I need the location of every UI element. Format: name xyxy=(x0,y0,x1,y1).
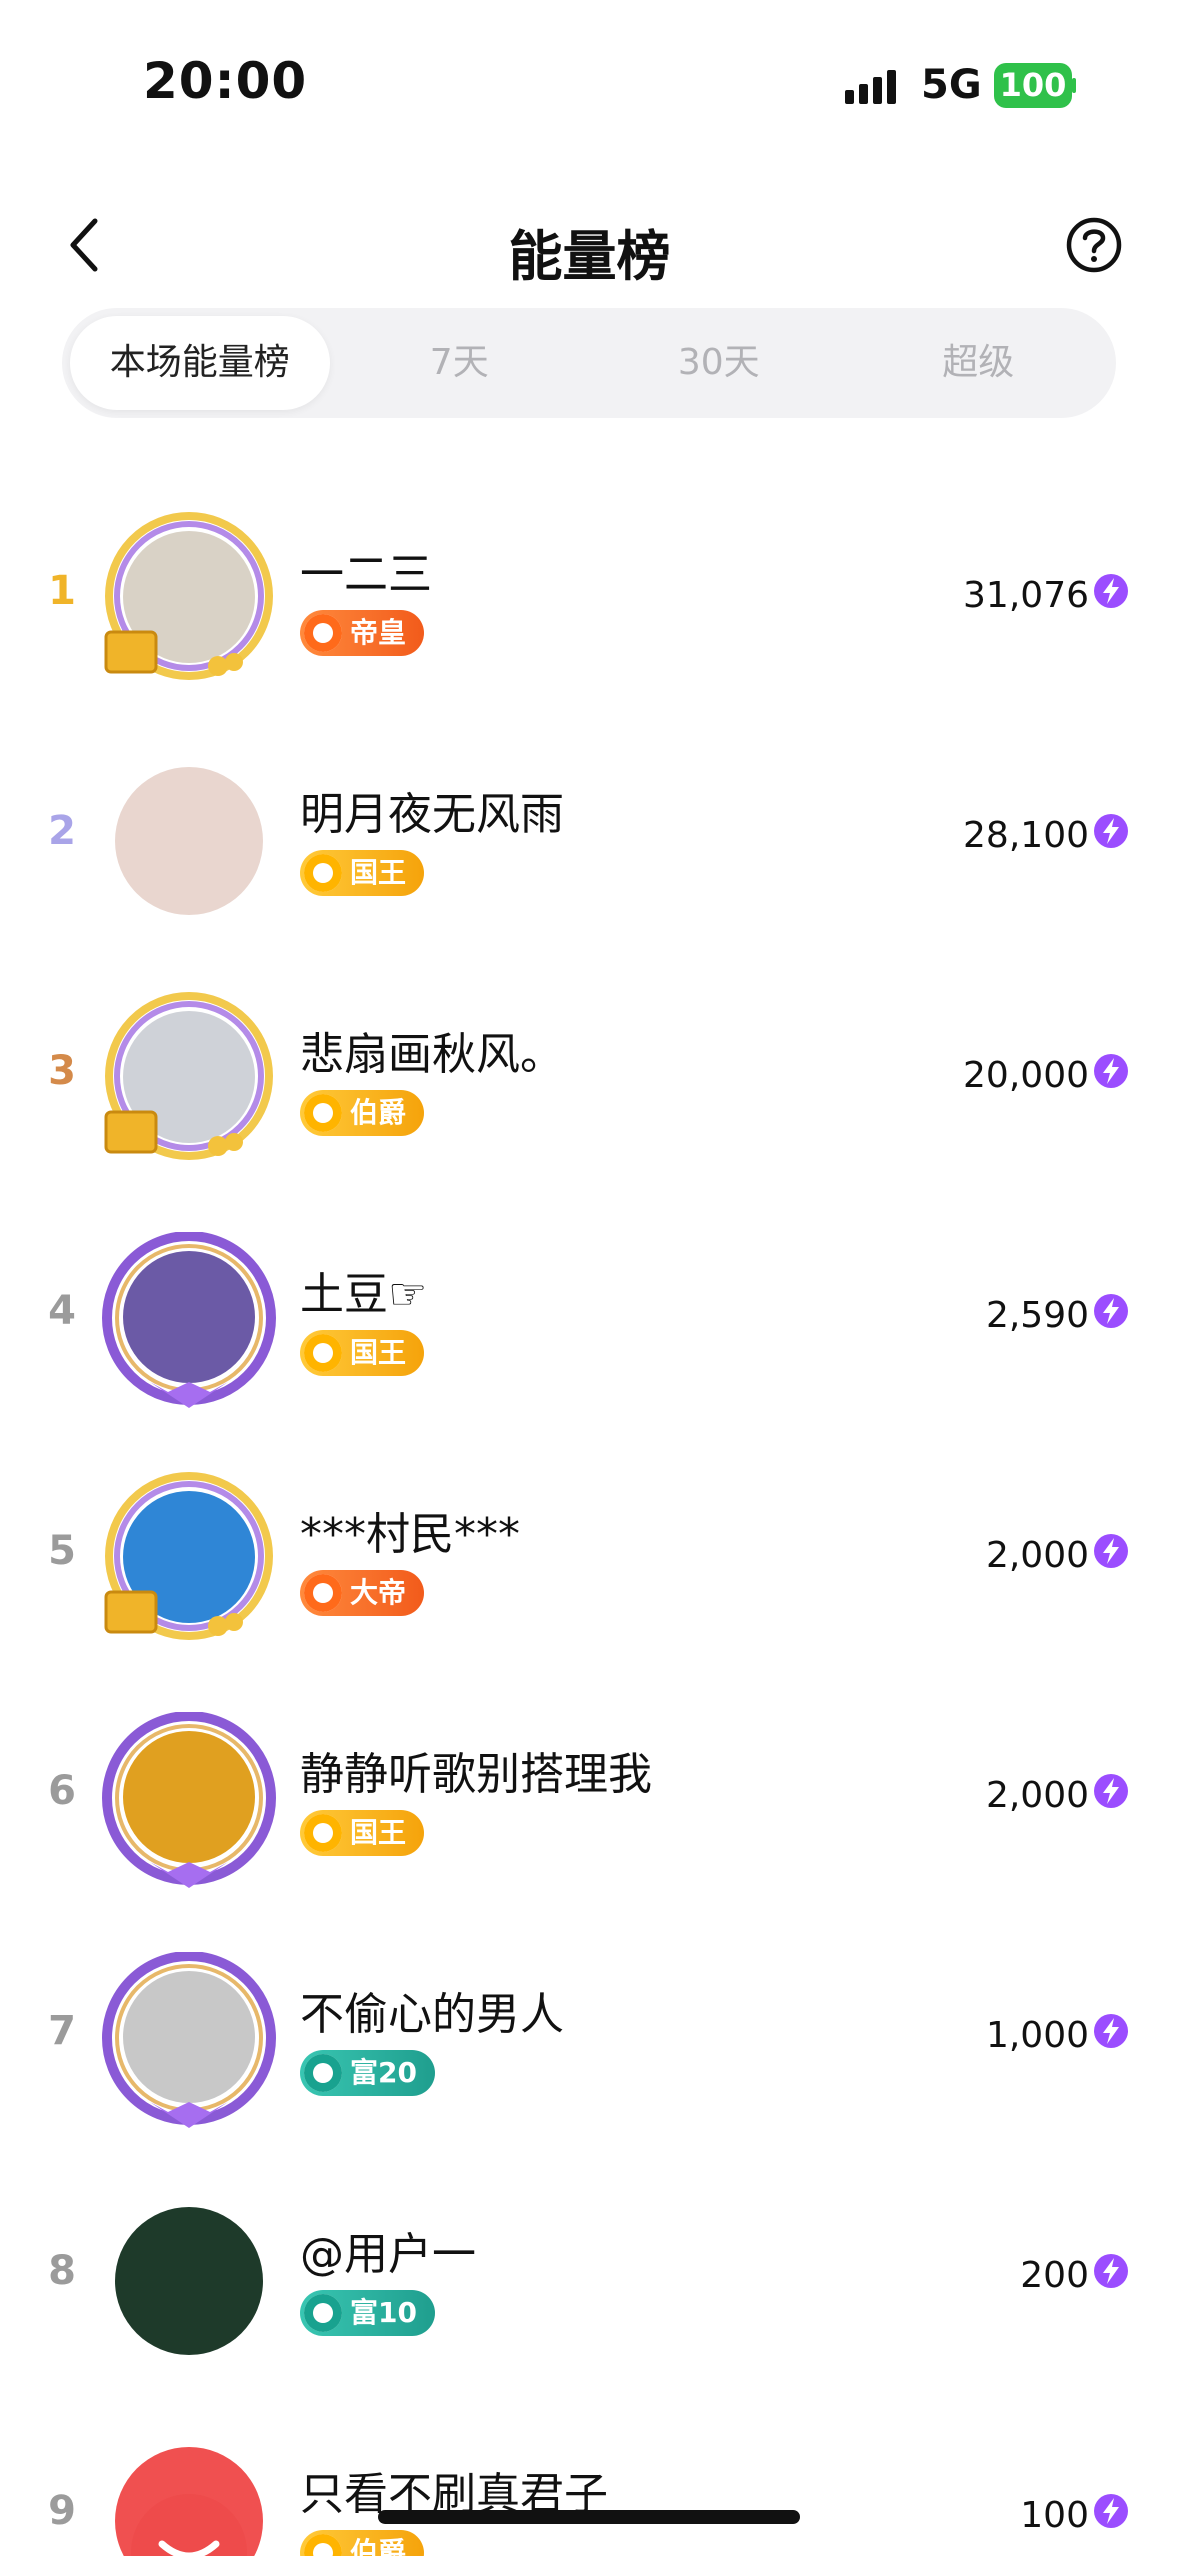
tab-super[interactable]: 超级 xyxy=(849,316,1109,410)
avatar[interactable] xyxy=(100,512,278,690)
user-name: 一二三 xyxy=(300,549,432,600)
user-name: ***村民*** xyxy=(300,1509,520,1560)
battery-icon: 100 xyxy=(994,63,1076,108)
ranking-row[interactable]: 3 悲扇画秋风。伯爵 20,000 xyxy=(0,950,1179,1190)
rank-number: 5 xyxy=(48,1528,76,1574)
badge-emblem-icon xyxy=(304,2534,342,2556)
user-name: 静静听歌别搭理我 xyxy=(300,1749,652,1800)
energy-bolt-icon xyxy=(1094,1534,1128,1568)
tab-7-days[interactable]: 7天 xyxy=(330,316,590,410)
badge-label: 富10 xyxy=(350,2296,417,2329)
avatar[interactable] xyxy=(100,2432,278,2556)
level-badge: 国王 xyxy=(300,850,425,896)
avatar[interactable] xyxy=(100,752,278,930)
energy-score: 200 xyxy=(1020,2255,1089,2296)
tab-30-days[interactable]: 30天 xyxy=(589,316,849,410)
energy-score: 28,100 xyxy=(963,815,1089,856)
level-badge: 伯爵 xyxy=(300,1090,425,1136)
badge-emblem-icon xyxy=(304,1574,342,1612)
ranking-row[interactable]: 9 只看不刷真君子 伯爵 100 xyxy=(0,2390,1179,2556)
signal-icon xyxy=(845,70,896,104)
rank-number: 4 xyxy=(48,1288,76,1334)
energy-score: 20,000 xyxy=(963,1055,1089,1096)
ranking-row[interactable]: 6 静静听歌别搭理我国王 2,000 xyxy=(0,1670,1179,1910)
badge-label: 国王 xyxy=(350,856,407,889)
user-name: 土豆☞ xyxy=(300,1269,428,1320)
energy-score: 2,000 xyxy=(985,1535,1089,1576)
energy-score: 2,590 xyxy=(985,1295,1089,1336)
rank-number: 8 xyxy=(48,2248,76,2294)
level-badge: 富20 xyxy=(300,2050,435,2096)
home-indicator xyxy=(378,2510,800,2524)
user-name: 不偷心的男人 xyxy=(300,1989,564,2040)
ranking-row[interactable]: 4 土豆☞ 国王 2,590 xyxy=(0,1190,1179,1430)
user-name: @用户一 xyxy=(300,2229,476,2280)
energy-bolt-icon xyxy=(1094,1774,1128,1808)
level-badge: 伯爵 xyxy=(300,2530,425,2556)
energy-bolt-icon xyxy=(1094,1054,1128,1088)
level-badge: 帝皇 xyxy=(300,610,425,656)
badge-emblem-icon xyxy=(304,2294,342,2332)
ranking-row[interactable]: 1 一二三帝皇 31,076 xyxy=(0,470,1179,710)
energy-bolt-icon xyxy=(1094,814,1128,848)
ranking-row[interactable]: 5 ***村民*** 大帝 2,000 xyxy=(0,1430,1179,1670)
avatar[interactable] xyxy=(100,1472,278,1650)
energy-bolt-icon xyxy=(1094,2494,1128,2528)
level-badge: 富10 xyxy=(300,2290,435,2336)
badge-label: 大帝 xyxy=(350,1576,407,1609)
rank-number: 3 xyxy=(48,1048,76,1094)
badge-label: 伯爵 xyxy=(350,1096,407,1129)
energy-bolt-icon xyxy=(1094,1294,1128,1328)
battery-level: 100 xyxy=(994,63,1072,108)
badge-label: 国王 xyxy=(350,1816,407,1849)
ranking-row[interactable]: 2 明月夜无风雨国王 28,100 xyxy=(0,710,1179,950)
level-badge: 国王 xyxy=(300,1810,425,1856)
question-circle-icon[interactable] xyxy=(1064,215,1124,275)
level-badge: 大帝 xyxy=(300,1570,425,1616)
rank-number: 6 xyxy=(48,1768,76,1814)
avatar[interactable] xyxy=(100,992,278,1170)
rank-number: 2 xyxy=(48,808,76,854)
level-badge: 国王 xyxy=(300,1330,425,1376)
avatar[interactable] xyxy=(100,1952,278,2130)
user-name: 明月夜无风雨 xyxy=(300,789,564,840)
badge-emblem-icon xyxy=(304,614,342,652)
status-bar: 20:00 5G 100 xyxy=(0,0,1179,170)
tab-current-session[interactable]: 本场能量榜 xyxy=(70,316,330,410)
energy-score: 100 xyxy=(1020,2495,1089,2536)
page-title: 能量榜 xyxy=(508,225,671,288)
network-label: 5G xyxy=(921,62,982,108)
energy-score: 31,076 xyxy=(963,575,1089,616)
status-time: 20:00 xyxy=(143,52,308,110)
badge-emblem-icon xyxy=(304,1814,342,1852)
badge-emblem-icon xyxy=(304,854,342,892)
energy-score: 1,000 xyxy=(985,2015,1089,2056)
avatar[interactable] xyxy=(100,2192,278,2370)
period-tabs: 本场能量榜 7天 30天 超级 xyxy=(62,308,1116,418)
avatar[interactable] xyxy=(100,1712,278,1890)
badge-label: 帝皇 xyxy=(350,616,407,649)
avatar[interactable] xyxy=(100,1232,278,1410)
badge-emblem-icon xyxy=(304,1334,342,1372)
energy-bolt-icon xyxy=(1094,2014,1128,2048)
ranking-row[interactable]: 7 不偷心的男人富20 1,000 xyxy=(0,1910,1179,2150)
ranking-row[interactable]: 8 @用户一富10 200 xyxy=(0,2150,1179,2390)
rank-number: 7 xyxy=(48,2008,76,2054)
badge-label: 伯爵 xyxy=(350,2536,407,2556)
energy-bolt-icon xyxy=(1094,574,1128,608)
energy-score: 2,000 xyxy=(985,1775,1089,1816)
badge-emblem-icon xyxy=(304,1094,342,1132)
energy-bolt-icon xyxy=(1094,2254,1128,2288)
badge-emblem-icon xyxy=(304,2054,342,2092)
user-name: 悲扇画秋风。 xyxy=(300,1029,564,1080)
badge-label: 国王 xyxy=(350,1336,407,1369)
badge-label: 富20 xyxy=(350,2056,417,2089)
nav-header: 能量榜 xyxy=(0,190,1179,300)
rank-number: 9 xyxy=(48,2488,76,2534)
rank-number: 1 xyxy=(48,568,76,614)
